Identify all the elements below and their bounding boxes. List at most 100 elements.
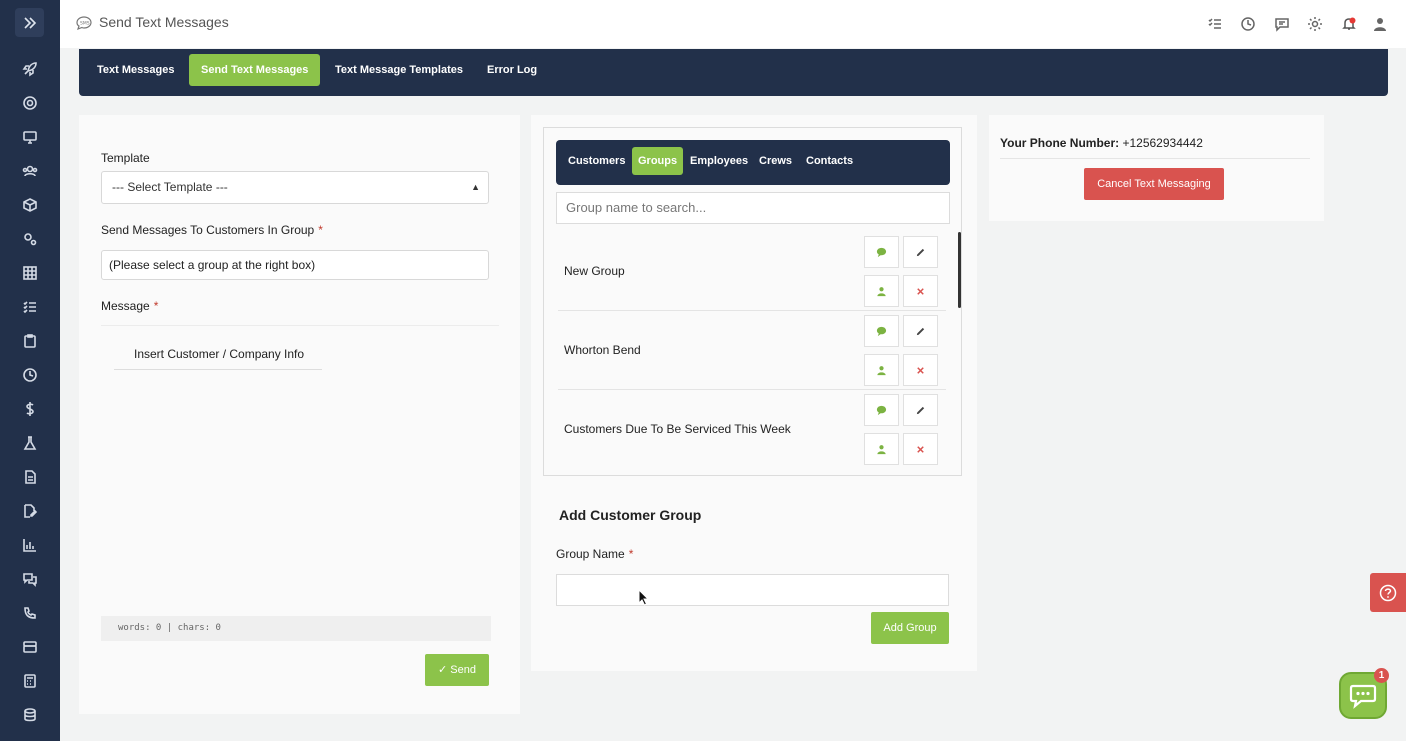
delete-group-button[interactable] <box>903 354 938 386</box>
send-button[interactable]: ✓ Send <box>425 654 489 686</box>
tab-text-messages[interactable]: Text Messages <box>85 54 186 86</box>
group-label-text: Send Messages To Customers In Group <box>101 223 315 237</box>
group-row[interactable]: Whorton Bend <box>558 311 946 390</box>
group-members-button[interactable] <box>864 433 899 465</box>
group-name-input[interactable] <box>556 574 949 606</box>
notification-bell-icon[interactable] <box>1341 16 1357 32</box>
support-icon[interactable] <box>20 93 40 113</box>
chat-unread-badge: 1 <box>1374 668 1389 683</box>
message-label-text: Message <box>101 299 150 313</box>
tab-send-text-messages[interactable]: Send Text Messages <box>189 54 321 86</box>
question-icon <box>1379 584 1397 601</box>
group-field[interactable]: (Please select a group at the right box) <box>101 250 489 280</box>
phone-label: Your Phone Number: <box>1000 136 1120 150</box>
main-tabs: Text Messages Send Text Messages Text Me… <box>79 49 1388 96</box>
group-name: New Group <box>564 264 625 278</box>
group-members-button[interactable] <box>864 354 899 386</box>
database-icon[interactable] <box>20 705 40 725</box>
template-select-value: --- Select Template --- <box>112 180 228 194</box>
tasks-icon[interactable] <box>1207 16 1223 32</box>
edit-group-button[interactable] <box>903 315 938 347</box>
help-button[interactable] <box>1370 573 1406 612</box>
insert-customer-info-button[interactable]: Insert Customer / Company Info <box>114 338 322 370</box>
checklist-icon[interactable] <box>20 297 40 317</box>
sidebar-toggle-button[interactable] <box>15 8 44 37</box>
user-icon <box>877 365 886 375</box>
user-icon <box>877 286 886 296</box>
chat-icon <box>876 247 887 257</box>
close-icon <box>917 366 924 374</box>
checkmark-icon: ✓ <box>438 664 451 676</box>
send-button-label: Send <box>450 664 476 676</box>
rocket-icon[interactable] <box>20 59 40 79</box>
pencil-icon <box>916 406 925 414</box>
message-label: Message * <box>101 299 158 313</box>
template-select[interactable]: --- Select Template --- ▲ <box>101 171 489 204</box>
chat-bubbles-icon[interactable] <box>20 569 40 589</box>
mouse-cursor-icon <box>638 589 650 606</box>
tab-error-log[interactable]: Error Log <box>475 54 549 86</box>
edit-group-button[interactable] <box>903 236 938 268</box>
subtab-contacts[interactable]: Contacts <box>800 147 859 175</box>
flask-icon[interactable] <box>20 433 40 453</box>
groups-box: Customers Groups Employees Crews Contact… <box>543 127 962 476</box>
group-name-label-text: Group Name <box>556 547 625 561</box>
cogs-icon[interactable] <box>20 229 40 249</box>
send-to-group-button[interactable] <box>864 315 899 347</box>
phone-number-row: Your Phone Number: +12562934442 <box>1000 136 1203 150</box>
dollar-icon[interactable] <box>20 399 40 419</box>
add-group-button[interactable]: Add Group <box>871 612 949 644</box>
monitor-icon[interactable] <box>20 127 40 147</box>
tab-text-message-templates[interactable]: Text Message Templates <box>323 54 475 86</box>
group-members-button[interactable] <box>864 275 899 307</box>
group-row[interactable]: New Group <box>558 232 946 311</box>
group-name-label: Group Name * <box>556 547 633 561</box>
chat-bubble-icon <box>1349 684 1377 709</box>
delete-group-button[interactable] <box>903 433 938 465</box>
group-name: Whorton Bend <box>564 343 641 357</box>
group-search-input[interactable]: Group name to search... <box>556 192 950 224</box>
box-icon[interactable] <box>20 195 40 215</box>
template-label: Template <box>101 151 150 165</box>
document-icon[interactable] <box>20 467 40 487</box>
calculator-icon[interactable] <box>20 671 40 691</box>
gear-icon[interactable] <box>1307 16 1323 32</box>
phone-value: +12562934442 <box>1122 136 1203 150</box>
subtab-employees[interactable]: Employees <box>684 147 754 175</box>
send-to-group-button[interactable] <box>864 394 899 426</box>
pencil-icon <box>916 248 925 256</box>
group-row[interactable]: Customers Due To Be Serviced This Week <box>558 390 946 469</box>
subtab-groups[interactable]: Groups <box>632 147 684 175</box>
clock-icon[interactable] <box>20 365 40 385</box>
compose-panel: Template --- Select Template --- ▲ Send … <box>79 115 520 714</box>
cancel-text-messaging-button[interactable]: Cancel Text Messaging <box>1084 168 1224 200</box>
groups-panel: Customers Groups Employees Crews Contact… <box>531 115 977 671</box>
message-icon[interactable] <box>1274 16 1290 32</box>
pencil-icon <box>916 327 925 335</box>
select-arrows-icon: ▲ <box>471 182 480 192</box>
calendar-grid-icon[interactable] <box>20 263 40 283</box>
phone-panel: Your Phone Number: +12562934442 Cancel T… <box>989 115 1324 221</box>
group-list-scrollbar[interactable] <box>958 232 961 308</box>
clock-icon[interactable] <box>1240 16 1256 32</box>
archive-icon[interactable] <box>20 637 40 657</box>
users-icon[interactable] <box>20 161 40 181</box>
subtab-crews[interactable]: Crews <box>753 147 798 175</box>
delete-group-button[interactable] <box>903 275 938 307</box>
clipboard-icon[interactable] <box>20 331 40 351</box>
edit-group-button[interactable] <box>903 394 938 426</box>
close-icon <box>917 445 924 453</box>
edit-document-icon[interactable] <box>20 501 40 521</box>
bar-chart-icon[interactable] <box>20 535 40 555</box>
chat-icon <box>876 405 887 415</box>
group-name: Customers Due To Be Serviced This Week <box>564 422 791 436</box>
send-to-group-button[interactable] <box>864 236 899 268</box>
required-asterisk: * <box>628 547 634 561</box>
phone-waves-icon[interactable] <box>20 603 40 623</box>
required-asterisk: * <box>318 223 323 237</box>
required-asterisk: * <box>153 299 159 313</box>
user-icon[interactable] <box>1372 16 1388 32</box>
sms-bubble-icon: SMS <box>76 16 92 31</box>
divider <box>1000 158 1310 159</box>
subtab-customers[interactable]: Customers <box>562 147 631 175</box>
